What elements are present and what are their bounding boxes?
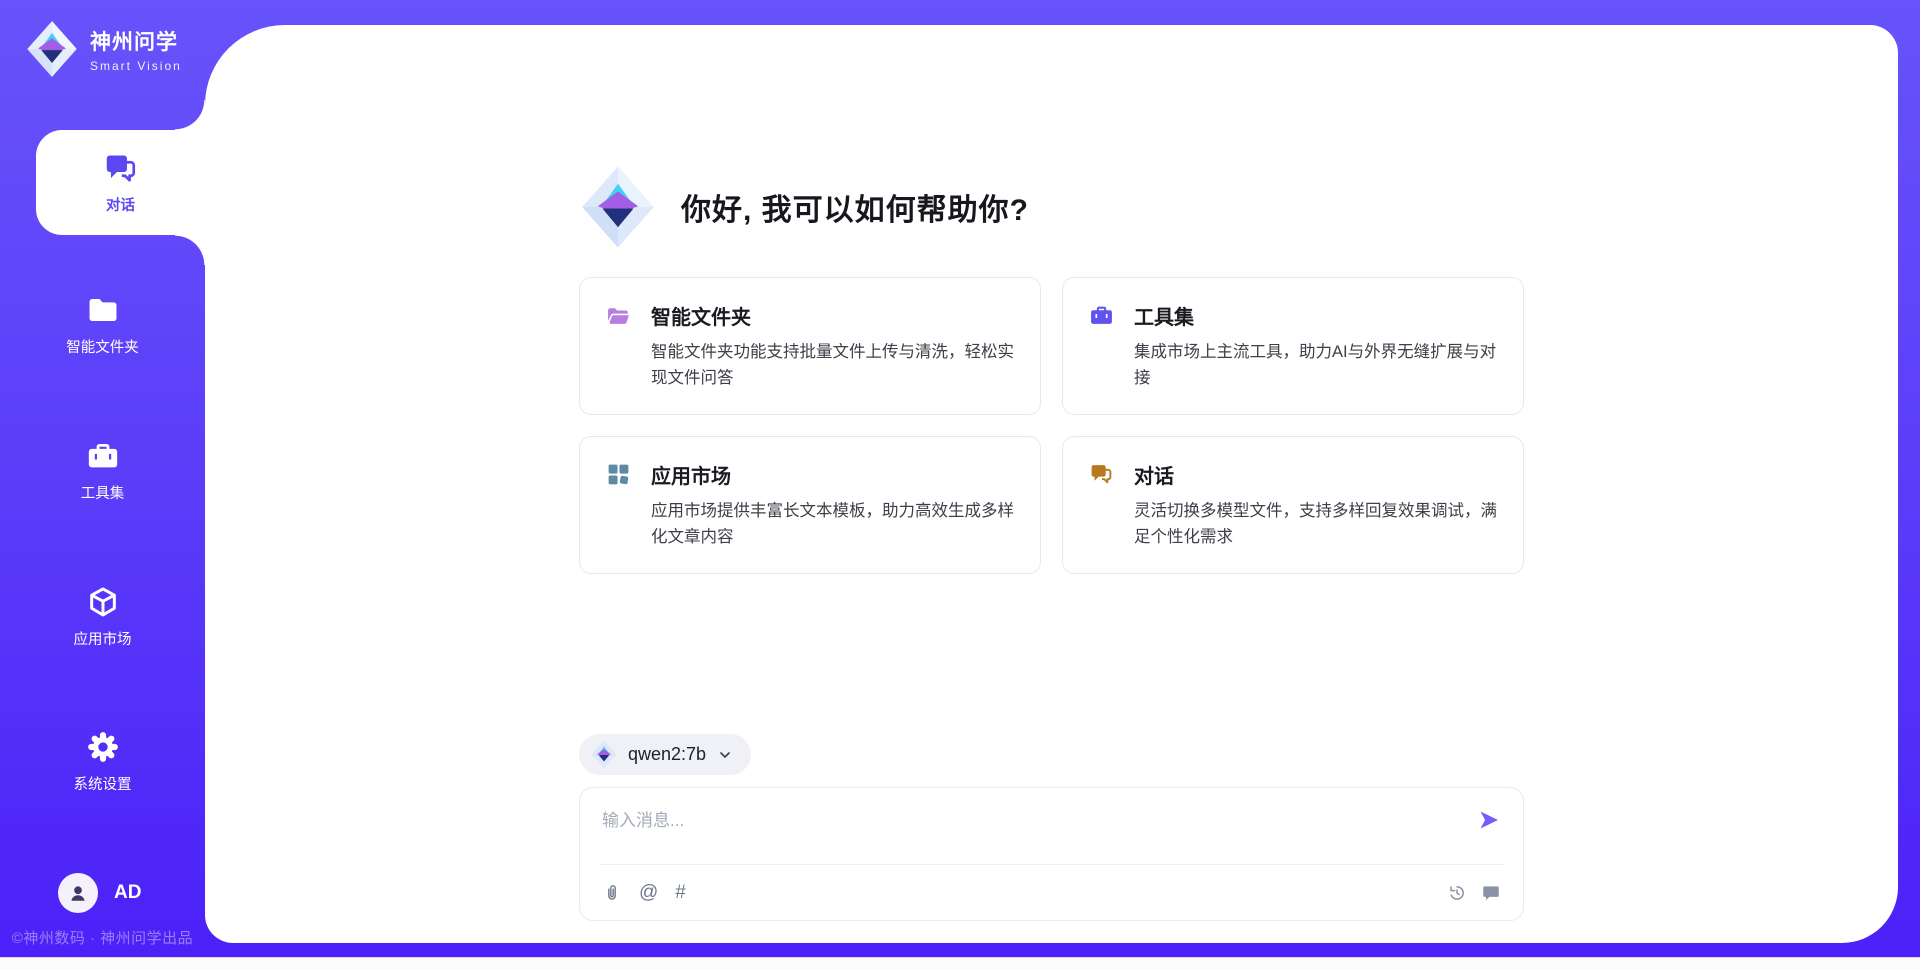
- feature-cards: 智能文件夹 智能文件夹功能支持批量文件上传与清洗，轻松实现文件问答 工具集 集成…: [579, 277, 1524, 574]
- card-toolset[interactable]: 工具集 集成市场上主流工具，助力AI与外界无缝扩展与对接: [1062, 277, 1524, 415]
- cube-icon: [86, 585, 120, 619]
- main-panel: 你好, 我可以如何帮助你? 智能文件夹 智能文件夹功能支持批量文件上传与清洗，轻…: [205, 25, 1898, 943]
- sidebar-item-settings[interactable]: 系统设置: [0, 730, 205, 794]
- card-title: 工具集: [1134, 301, 1194, 330]
- sidebar-item-app-market[interactable]: 应用市场: [0, 585, 205, 649]
- briefcase-icon: [86, 439, 120, 473]
- card-title: 应用市场: [651, 460, 731, 489]
- card-smart-folder[interactable]: 智能文件夹 智能文件夹功能支持批量文件上传与清洗，轻松实现文件问答: [579, 277, 1041, 415]
- tab-curve-top: [175, 100, 205, 130]
- greeting-title: 你好, 我可以如何帮助你?: [681, 185, 1029, 229]
- model-selector[interactable]: qwen2:7b: [579, 734, 751, 775]
- card-description: 集成市场上主流工具，助力AI与外界无缝扩展与对接: [1134, 340, 1497, 391]
- card-title: 对话: [1134, 460, 1174, 489]
- tab-curve-bottom: [175, 235, 205, 265]
- sidebar-item-label: 工具集: [81, 482, 125, 503]
- chat-bubble-icon[interactable]: [1481, 883, 1501, 903]
- sidebar-item-label: 应用市场: [74, 628, 132, 649]
- model-name: qwen2:7b: [628, 744, 706, 765]
- app-subtitle: Smart Vision: [90, 59, 182, 73]
- history-icon[interactable]: [1447, 883, 1467, 903]
- sidebar-item-label: 系统设置: [74, 773, 132, 794]
- attach-icon[interactable]: [602, 883, 622, 903]
- card-app-market[interactable]: 应用市场 应用市场提供丰富长文本模板，助力高效生成多样化文章内容: [579, 436, 1041, 574]
- greeting-block: 你好, 我可以如何帮助你?: [579, 165, 1524, 249]
- sidebar-item-smart-folder[interactable]: 智能文件夹: [0, 293, 205, 357]
- avatar: [58, 873, 98, 913]
- hash-icon[interactable]: #: [675, 883, 686, 902]
- sidebar-item-label: 智能文件夹: [66, 336, 139, 357]
- diamond-logo-icon: [579, 165, 657, 249]
- horizontal-scrollbar[interactable]: [0, 957, 1920, 970]
- card-title: 智能文件夹: [651, 301, 751, 330]
- card-description: 应用市场提供丰富长文本模板，助力高效生成多样化文章内容: [651, 499, 1014, 550]
- diamond-logo-icon: [591, 740, 617, 769]
- content-column: 你好, 我可以如何帮助你? 智能文件夹 智能文件夹功能支持批量文件上传与清洗，轻…: [579, 25, 1524, 921]
- card-description: 智能文件夹功能支持批量文件上传与清洗，轻松实现文件问答: [651, 340, 1014, 391]
- chat-bubbles-icon: [1089, 462, 1114, 487]
- app-logo: 神州问学 Smart Vision: [26, 20, 182, 78]
- message-composer: @ #: [579, 787, 1524, 921]
- chevron-down-icon: [717, 747, 733, 763]
- user-profile[interactable]: AD: [58, 873, 141, 913]
- diamond-logo-icon: [26, 20, 78, 78]
- sidebar: 神州问学 Smart Vision 对话 智能文件夹 工具集 应用市场: [0, 0, 205, 957]
- sidebar-item-label: 对话: [106, 194, 135, 215]
- user-initials: AD: [114, 882, 141, 904]
- chat-bubbles-icon: [103, 151, 139, 187]
- person-icon: [67, 882, 89, 904]
- folder-open-icon: [606, 303, 631, 328]
- card-description: 灵活切换多模型文件，支持多样回复效果调试，满足个性化需求: [1134, 499, 1497, 550]
- sidebar-item-toolset[interactable]: 工具集: [0, 439, 205, 503]
- message-input[interactable]: [602, 806, 1477, 850]
- gear-icon: [86, 730, 120, 764]
- app-title: 神州问学: [90, 26, 182, 56]
- send-icon[interactable]: [1477, 808, 1501, 832]
- folder-icon: [86, 293, 120, 327]
- copyright-text: ©神州数码 · 神州问学出品: [0, 927, 205, 948]
- card-chat[interactable]: 对话 灵活切换多模型文件，支持多样回复效果调试，满足个性化需求: [1062, 436, 1524, 574]
- sidebar-item-chat[interactable]: 对话: [36, 130, 205, 235]
- mention-icon[interactable]: @: [639, 883, 658, 902]
- toolbox-icon: [1089, 303, 1114, 328]
- app-grid-icon: [606, 462, 631, 487]
